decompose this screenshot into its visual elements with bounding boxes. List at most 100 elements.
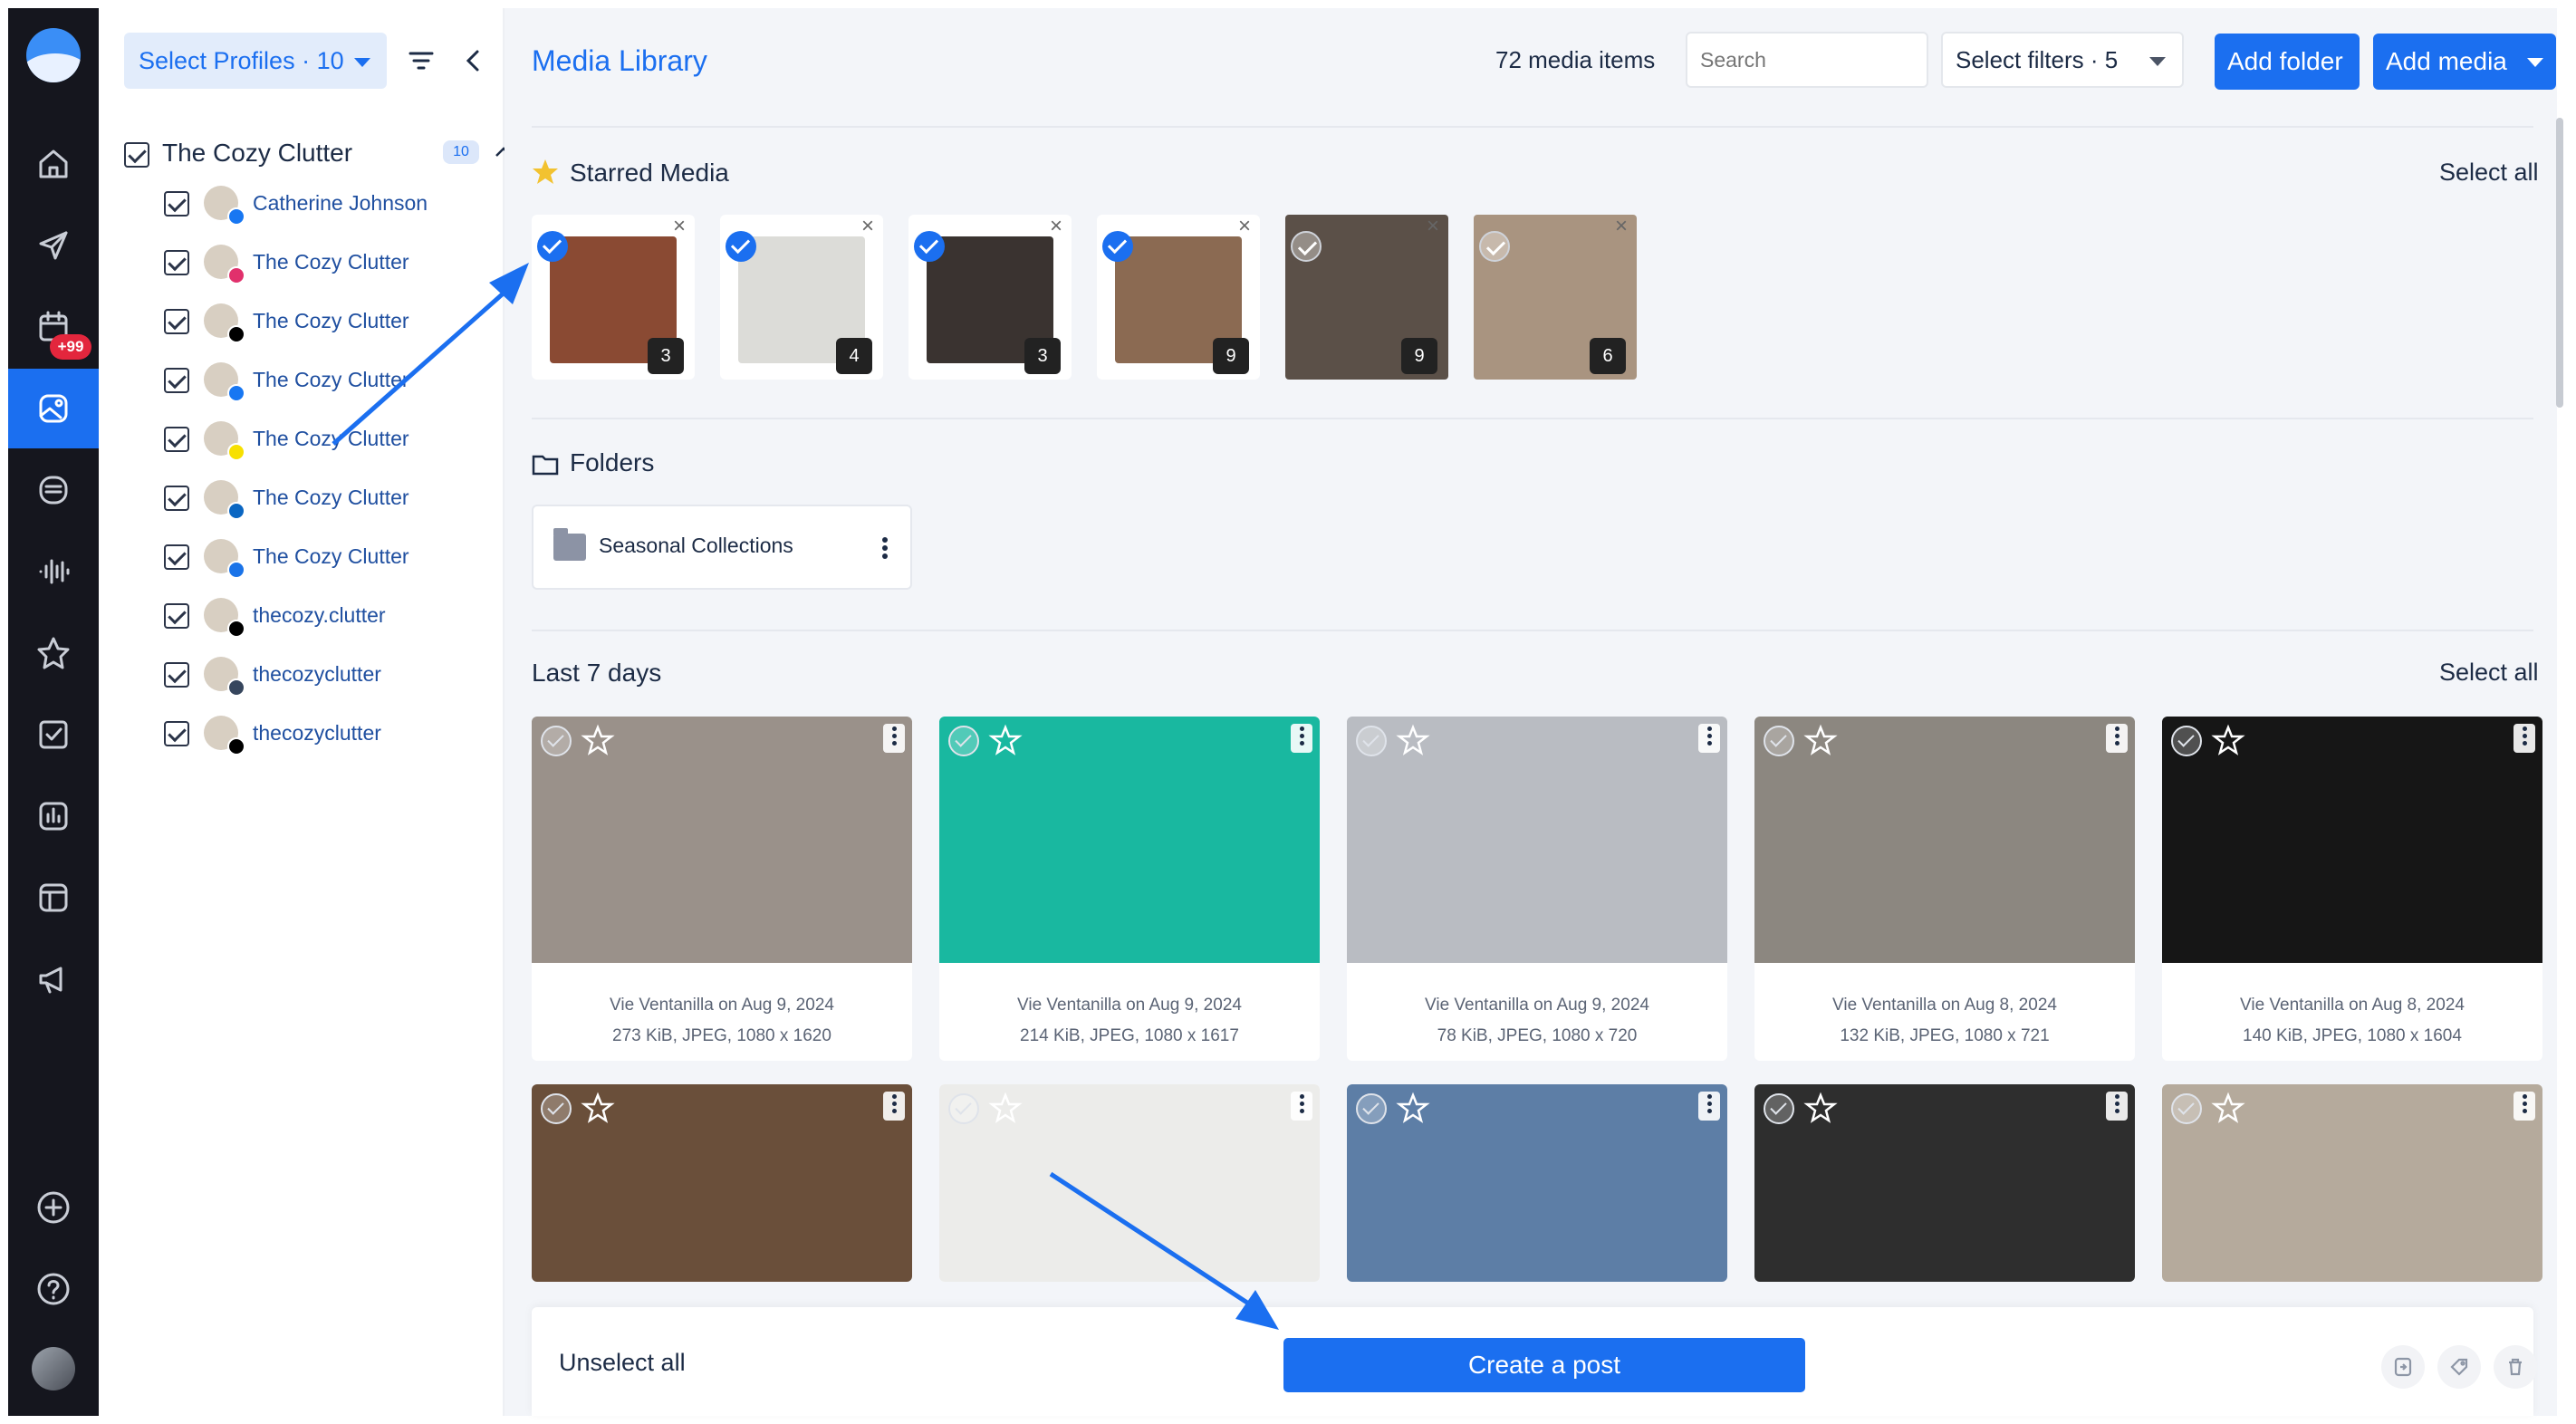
more-options-icon[interactable] <box>2514 1092 2535 1121</box>
star-outline-icon[interactable] <box>988 724 1023 758</box>
more-options-icon[interactable] <box>883 724 905 753</box>
profile-checkbox[interactable] <box>164 721 189 746</box>
select-check-icon[interactable] <box>1102 231 1133 262</box>
select-check-icon[interactable] <box>1764 1093 1794 1124</box>
profile-row[interactable]: thecozyclutter <box>164 653 490 697</box>
profile-checkbox[interactable] <box>164 191 189 216</box>
close-icon[interactable]: × <box>669 216 689 237</box>
star-outline-icon[interactable] <box>988 1092 1023 1126</box>
close-icon[interactable]: × <box>1046 216 1066 237</box>
star-outline-icon[interactable] <box>1396 724 1430 758</box>
megaphone-icon[interactable] <box>8 939 99 1019</box>
recent-select-all[interactable]: Select all <box>2439 659 2539 687</box>
more-options-icon[interactable] <box>1698 1092 1720 1121</box>
close-icon[interactable]: × <box>1423 216 1443 237</box>
select-check-icon[interactable] <box>2171 726 2202 756</box>
starred-media-tile[interactable]: × 9 <box>1285 215 1448 380</box>
add-media-button[interactable]: Add media <box>2373 34 2556 90</box>
star-outline-icon[interactable] <box>2211 724 2245 758</box>
select-check-icon[interactable] <box>726 231 756 262</box>
select-filters-dropdown[interactable]: Select filters · 5 <box>1941 32 2184 88</box>
layout-icon[interactable] <box>8 858 99 938</box>
media-card[interactable]: Vie Ventanilla on Aug 9, 2024 78 KiB, JPE… <box>1347 717 1727 1061</box>
select-check-icon[interactable] <box>914 231 945 262</box>
star-outline-icon[interactable] <box>1803 1092 1838 1126</box>
star-outline-icon[interactable] <box>581 1092 615 1126</box>
profile-row[interactable]: The Cozy Clutter <box>164 418 490 461</box>
star-outline-icon[interactable] <box>1803 724 1838 758</box>
collapse-panel-icon[interactable] <box>457 44 490 77</box>
profile-row[interactable]: thecozy.clutter <box>164 594 490 638</box>
profile-row[interactable]: The Cozy Clutter <box>164 476 490 520</box>
more-options-icon[interactable] <box>1291 724 1312 753</box>
profile-group-row[interactable]: The Cozy Clutter 10 <box>124 131 512 177</box>
select-check-icon[interactable] <box>1356 1093 1387 1124</box>
select-check-icon[interactable] <box>2171 1093 2202 1124</box>
profile-row[interactable]: Catherine Johnson <box>164 182 490 226</box>
star-outline-icon[interactable] <box>1396 1092 1430 1126</box>
unselect-all-button[interactable]: Unselect all <box>559 1349 686 1377</box>
media-card[interactable] <box>1347 1084 1727 1282</box>
media-card[interactable]: Vie Ventanilla on Aug 9, 2024 214 KiB, JP… <box>939 717 1320 1061</box>
profile-checkbox[interactable] <box>164 368 189 393</box>
trash-icon[interactable] <box>2494 1345 2537 1389</box>
tag-icon[interactable] <box>2437 1345 2481 1389</box>
select-check-icon[interactable] <box>541 1093 572 1124</box>
folder-card[interactable]: Seasonal Collections <box>532 505 912 590</box>
app-logo[interactable] <box>26 28 81 82</box>
create-post-button[interactable]: Create a post <box>1283 1338 1805 1392</box>
calendar-icon[interactable]: +99 <box>8 287 99 367</box>
profile-checkbox[interactable] <box>164 662 189 688</box>
tasks-icon[interactable] <box>8 695 99 775</box>
add-folder-button[interactable]: Add folder <box>2215 34 2360 90</box>
media-card[interactable] <box>1754 1084 2135 1282</box>
profile-row[interactable]: thecozyclutter <box>164 712 490 755</box>
profile-row[interactable]: The Cozy Clutter <box>164 300 490 343</box>
filter-icon[interactable] <box>405 44 437 77</box>
profile-checkbox[interactable] <box>164 309 189 334</box>
analytics-icon[interactable] <box>8 776 99 856</box>
user-avatar[interactable] <box>32 1347 75 1390</box>
profile-checkbox[interactable] <box>164 427 189 452</box>
select-check-icon[interactable] <box>1291 231 1322 262</box>
select-check-icon[interactable] <box>1764 726 1794 756</box>
select-check-icon[interactable] <box>541 726 572 756</box>
starred-select-all[interactable]: Select all <box>2439 159 2539 187</box>
select-check-icon[interactable] <box>948 1093 979 1124</box>
add-circle-icon[interactable] <box>8 1168 99 1247</box>
select-check-icon[interactable] <box>1356 726 1387 756</box>
profile-checkbox[interactable] <box>164 603 189 629</box>
media-library-icon[interactable] <box>8 369 99 448</box>
export-icon[interactable] <box>2381 1345 2425 1389</box>
starred-media-tile[interactable]: × 3 <box>532 215 695 380</box>
star-outline-icon[interactable] <box>2211 1092 2245 1126</box>
profile-row[interactable]: The Cozy Clutter <box>164 359 490 402</box>
more-options-icon[interactable] <box>2106 724 2128 753</box>
inbox-icon[interactable] <box>8 450 99 530</box>
select-check-icon[interactable] <box>537 231 568 262</box>
profile-checkbox[interactable] <box>164 486 189 511</box>
more-options-icon[interactable] <box>2106 1092 2128 1121</box>
group-checkbox[interactable] <box>124 142 149 168</box>
close-icon[interactable]: × <box>1235 216 1254 237</box>
profile-checkbox[interactable] <box>164 250 189 275</box>
more-options-icon[interactable] <box>881 535 889 563</box>
select-check-icon[interactable] <box>1479 231 1510 262</box>
close-icon[interactable]: × <box>1611 216 1631 237</box>
select-profiles-dropdown[interactable]: Select Profiles · 10 <box>124 33 387 89</box>
search-input[interactable] <box>1686 32 1928 88</box>
select-check-icon[interactable] <box>948 726 979 756</box>
media-card[interactable] <box>939 1084 1320 1282</box>
scrollbar[interactable] <box>2556 118 2563 408</box>
media-card[interactable]: Vie Ventanilla on Aug 8, 2024 132 KiB, JP… <box>1754 717 2135 1061</box>
star-icon[interactable] <box>8 613 99 693</box>
starred-media-tile[interactable]: × 9 <box>1097 215 1260 380</box>
starred-media-tile[interactable]: × 6 <box>1474 215 1637 380</box>
starred-media-tile[interactable]: × 4 <box>720 215 883 380</box>
profile-checkbox[interactable] <box>164 544 189 570</box>
home-icon[interactable] <box>8 124 99 204</box>
media-card[interactable]: Vie Ventanilla on Aug 9, 2024 273 KiB, JP… <box>532 717 912 1061</box>
listening-icon[interactable] <box>8 532 99 611</box>
close-icon[interactable]: × <box>858 216 878 237</box>
star-outline-icon[interactable] <box>581 724 615 758</box>
